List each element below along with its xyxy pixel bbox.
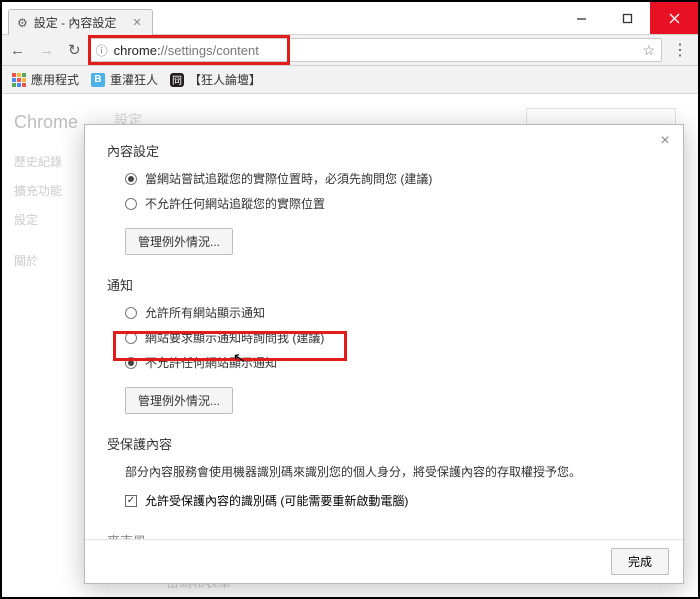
notif-option-allow[interactable]: 允許所有網站顯示通知	[125, 304, 661, 321]
brand-label: Chrome	[14, 112, 84, 133]
dialog-body: × 內容設定 當網站嘗試追蹤您的實際位置時，必須先詢問您 (建議) 不允許任何網…	[85, 125, 683, 539]
sidebar-item[interactable]: 歷史紀錄	[14, 153, 84, 170]
bookmark-favicon: 冏	[170, 73, 184, 87]
site-info-icon[interactable]: ⓘ	[96, 42, 108, 59]
bookmark-label: 【狂人論壇】	[189, 71, 261, 88]
radio-label: 當網站嘗試追蹤您的實際位置時，必須先詢問您 (建議)	[145, 170, 432, 187]
window-close-button[interactable]	[650, 2, 698, 34]
url-path: //settings/content	[161, 43, 259, 58]
notif-option-block[interactable]: 不允許任何網站顯示通知	[125, 354, 661, 371]
sidebar-item[interactable]: 設定	[14, 211, 84, 228]
cursor-icon: ↖	[232, 348, 248, 368]
manage-exceptions-button[interactable]: 管理例外情況...	[125, 387, 233, 414]
radio-icon	[125, 173, 137, 185]
window-minimize-button[interactable]	[558, 2, 604, 34]
reload-button[interactable]: ↻	[68, 43, 81, 58]
browser-menu-button[interactable]: ⋮	[670, 40, 690, 60]
apps-icon	[12, 73, 26, 87]
section-title-microphone: 麥克風	[107, 531, 661, 539]
bookmarks-bar: 應用程式 B 重灌狂人 冏 【狂人論壇】	[2, 66, 698, 94]
tab-strip: ⚙ 設定 - 內容設定 ✕	[2, 2, 153, 34]
back-button[interactable]: ←	[10, 43, 25, 58]
dialog-footer: 完成	[85, 539, 683, 583]
section-title-notifications: 通知	[107, 275, 661, 294]
radio-icon	[125, 357, 137, 369]
settings-sidebar: Chrome 歷史紀錄 擴充功能 設定 關於	[14, 112, 84, 281]
bookmark-favicon: B	[91, 73, 105, 87]
tab-close-icon[interactable]: ✕	[132, 16, 141, 29]
apps-shortcut[interactable]: 應用程式	[12, 71, 79, 88]
nav-buttons: ← → ↻	[10, 43, 81, 58]
content-settings-dialog: × 內容設定 當網站嘗試追蹤您的實際位置時，必須先詢問您 (建議) 不允許任何網…	[84, 124, 684, 584]
notif-option-ask[interactable]: 網站要求顯示通知時詢問我 (建議)	[125, 329, 661, 346]
tab-title: 設定 - 內容設定	[34, 14, 117, 31]
dialog-close-button[interactable]: ×	[655, 131, 675, 151]
window-titlebar: ⚙ 設定 - 內容設定 ✕	[2, 2, 698, 34]
bookmark-label: 重灌狂人	[110, 71, 158, 88]
checkbox-label: 允許受保護內容的識別碼 (可能需要重新啟動電腦)	[145, 492, 408, 509]
url-host: chrome:	[114, 43, 161, 58]
radio-label: 網站要求顯示通知時詢問我 (建議)	[145, 329, 324, 346]
radio-icon	[125, 198, 137, 210]
sidebar-item[interactable]: 擴充功能	[14, 182, 84, 199]
radio-icon	[125, 332, 137, 344]
forward-button[interactable]: →	[39, 43, 54, 58]
radio-label: 不允許任何網站顯示通知	[145, 354, 277, 371]
bookmark-item[interactable]: 冏 【狂人論壇】	[170, 71, 261, 88]
protected-content-description: 部分內容服務會使用機器識別碼來識別您的個人身分，將受保護內容的存取權授予您。	[125, 463, 661, 480]
gear-icon: ⚙	[17, 16, 28, 30]
bookmark-item[interactable]: B 重灌狂人	[91, 71, 158, 88]
manage-exceptions-button[interactable]: 管理例外情況...	[125, 228, 233, 255]
location-option-ask[interactable]: 當網站嘗試追蹤您的實際位置時，必須先詢問您 (建議)	[125, 170, 661, 187]
radio-icon	[125, 307, 137, 319]
window-maximize-button[interactable]	[604, 2, 650, 34]
radio-label: 不允許任何網站追蹤您的實際位置	[145, 195, 325, 212]
browser-toolbar: ← → ↻ ⓘ chrome://settings/content ☆ ⋮	[2, 34, 698, 66]
browser-tab[interactable]: ⚙ 設定 - 內容設定 ✕	[8, 9, 153, 35]
url-text: chrome://settings/content	[114, 43, 259, 58]
protected-content-checkbox-row[interactable]: 允許受保護內容的識別碼 (可能需要重新啟動電腦)	[125, 492, 661, 509]
sidebar-item[interactable]: 關於	[14, 252, 84, 269]
section-title-content: 內容設定	[107, 141, 661, 160]
done-button[interactable]: 完成	[611, 548, 669, 575]
address-bar[interactable]: ⓘ chrome://settings/content ☆	[89, 38, 662, 62]
checkbox-icon	[125, 495, 137, 507]
radio-label: 允許所有網站顯示通知	[145, 304, 265, 321]
apps-label: 應用程式	[31, 71, 79, 88]
section-title-protected: 受保護內容	[107, 434, 661, 453]
bookmark-star-icon[interactable]: ☆	[642, 42, 655, 59]
window-controls	[558, 2, 698, 34]
location-option-block[interactable]: 不允許任何網站追蹤您的實際位置	[125, 195, 661, 212]
